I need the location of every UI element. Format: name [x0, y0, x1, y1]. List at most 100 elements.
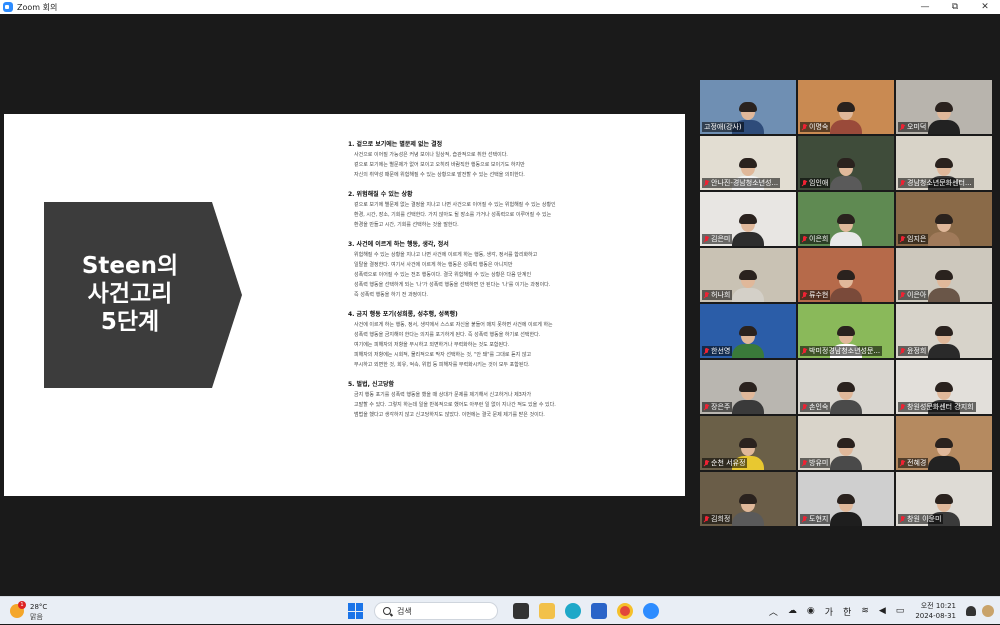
outline-section-line: 위험해질 수 있는 상황을 지나고 나면 사건에 이르게 하는 행동, 생각, …: [354, 252, 538, 258]
minimize-button[interactable]: —: [910, 0, 940, 14]
clock-date: 2024-08-31: [915, 612, 956, 620]
participant-tile[interactable]: 안나진-경남청소년성...: [700, 136, 796, 190]
participant-tile[interactable]: 방유미: [798, 416, 894, 470]
participant-name-label: 한선영: [702, 346, 733, 356]
muted-mic-icon: [802, 123, 807, 131]
outline-section: 5. 벌법, 신고당함 금지 행동 포기를 성폭력 행동을 했을 때 상대가 문제…: [348, 380, 678, 420]
taskbar-apps: 검색: [348, 600, 664, 622]
participant-tile[interactable]: 허나희: [700, 248, 796, 302]
battery-icon[interactable]: ▭: [896, 606, 905, 616]
participant-name-label: 류수현: [800, 290, 831, 300]
participant-name: 이은아: [907, 291, 927, 299]
outline-section-line: 피해자의 저항에는 시회적, 물리적으로 막자 선택하는 것, "안 돼"를 그…: [354, 352, 532, 358]
muted-mic-icon: [802, 459, 807, 467]
edge-browser-icon[interactable]: [565, 603, 581, 619]
participant-tile[interactable]: 박미정경남청소년성문...: [798, 304, 894, 358]
participant-tile[interactable]: 창원 이윤미: [896, 472, 992, 526]
participant-video: [830, 214, 862, 246]
participant-name: 임인애: [809, 179, 829, 187]
participant-name: 장은주: [711, 403, 731, 411]
muted-mic-icon: [704, 347, 709, 355]
slide-outline: 1. 겉으로 보기에는 별문제 없는 결정 사건으로 이어질 가능성은 커녕 보이…: [348, 140, 678, 430]
title-bar: Zoom 회의 — ⧉ ✕: [0, 0, 1000, 14]
participant-tile[interactable]: 오미덕: [896, 80, 992, 134]
participant-tile[interactable]: 한선영: [700, 304, 796, 358]
participant-tile[interactable]: 류수현: [798, 248, 894, 302]
participant-name: 이은희: [809, 235, 829, 243]
zoom-app-icon[interactable]: [643, 603, 659, 619]
outline-section-line: 무시하고 외면한 것, 회유, 억속, 위협 등 피해자를 무력화시키는 것이 …: [354, 362, 530, 368]
muted-mic-icon: [900, 515, 905, 523]
participant-tile[interactable]: 창원성문화센터 강지희: [896, 360, 992, 414]
clock-time: 오전 10:21: [920, 602, 956, 610]
participant-tile[interactable]: 손인숙: [798, 360, 894, 414]
outline-section-line: 금지 행동 포기를 성폭력 행동을 했을 때 상대가 문제를 제기해서 신고하거…: [354, 392, 532, 398]
cloud-icon[interactable]: ☁: [788, 606, 797, 616]
speaker-icon[interactable]: ◀: [879, 606, 886, 616]
participant-name: 허나희: [711, 291, 731, 299]
outline-section-line: 환경을 만들고 시간, 기회를 선택하는 것을 말한다.: [354, 222, 459, 228]
shared-screen-slide: Steen의 사건고리 5단계 1. 겉으로 보기에는 별문제 없는 결정 사건으…: [4, 114, 685, 496]
participant-tile[interactable]: 고정애(강사): [700, 80, 796, 134]
participant-name-label: 방유미: [800, 458, 831, 468]
participant-tile[interactable]: 이은희: [798, 192, 894, 246]
participant-tile[interactable]: 이은아: [896, 248, 992, 302]
participant-tile[interactable]: 임인애: [798, 136, 894, 190]
participant-name-label: 박미정경남청소년성문...: [800, 346, 883, 356]
outline-section-line: 즉 성폭력 행동을 하기 전 과정이다.: [354, 292, 428, 298]
participant-tile[interactable]: 도현지: [798, 472, 894, 526]
muted-mic-icon: [704, 459, 709, 467]
task-view-icon[interactable]: [513, 603, 529, 619]
participant-tile[interactable]: 경남청소년문화센터...: [896, 136, 992, 190]
weather-widget[interactable]: 1 28°C 맑음: [10, 601, 70, 621]
restore-button[interactable]: ⧉: [940, 0, 970, 14]
participant-name: 김희정: [711, 515, 731, 523]
tray-overflow-chevron-icon[interactable]: ︿: [769, 605, 778, 618]
file-explorer-icon[interactable]: [539, 603, 555, 619]
outline-section-line: 성폭력 행동을 금지해야 한다는 의지를 포기하게 된다. 즉 성폭력 행동을 …: [354, 332, 541, 338]
participant-video: [732, 270, 764, 302]
participant-tile[interactable]: 이명숙: [798, 80, 894, 134]
outline-section-line: 사건에 이르게 하는 행동, 정서, 생각에서 스스로 자신을 붙들어 매지 못…: [354, 322, 553, 328]
notification-bell-icon[interactable]: [966, 606, 976, 616]
participant-name-label: 순천 서유정: [702, 458, 748, 468]
participant-name-label: 전혜경: [898, 458, 929, 468]
muted-mic-icon: [802, 291, 807, 299]
participant-video: [928, 326, 960, 358]
outline-section-title: 1. 겉으로 보기에는 별문제 없는 결정: [348, 141, 443, 148]
outline-section-title: 4. 금지 행동 포기(성희롱, 성추행, 성폭행): [348, 311, 458, 318]
participant-tile[interactable]: 순천 서유정: [700, 416, 796, 470]
participant-tile[interactable]: 김은미: [700, 192, 796, 246]
close-button[interactable]: ✕: [970, 0, 1000, 14]
outline-section: 1. 겉으로 보기에는 별문제 없는 결정 사건으로 이어질 가능성은 커녕 보이…: [348, 140, 678, 180]
participant-tile[interactable]: 임지은: [896, 192, 992, 246]
participant-tile[interactable]: 장은주: [700, 360, 796, 414]
participant-tile[interactable]: 김희정: [700, 472, 796, 526]
participant-name-label: 이명숙: [800, 122, 831, 132]
participant-tile[interactable]: 전혜경: [896, 416, 992, 470]
ime-han-indicator[interactable]: 한: [843, 605, 851, 618]
muted-mic-icon: [704, 291, 709, 299]
ime-ko-indicator[interactable]: 가: [825, 605, 833, 618]
outline-section-line: 겉으로 보기에는 별문제가 없어 보이고 오히려 바람직한 행동으로 보이기도 …: [354, 162, 525, 168]
muted-mic-icon: [900, 403, 905, 411]
participant-tile[interactable]: 윤정희: [896, 304, 992, 358]
participant-video: [830, 438, 862, 470]
clock[interactable]: 오전 10:21 2024-08-31: [915, 601, 956, 621]
participant-name-label: 윤정희: [898, 346, 929, 356]
participant-name: 경남청소년문화센터...: [907, 179, 972, 187]
participant-name-label: 창원성문화센터 강지희: [898, 402, 976, 412]
taskbar-search[interactable]: 검색: [374, 602, 498, 620]
copilot-avatar-icon[interactable]: [982, 605, 994, 617]
wifi-icon[interactable]: ≋: [861, 606, 869, 616]
store-icon[interactable]: [591, 603, 607, 619]
outline-section: 3. 사건에 이르게 하는 행동, 생각, 정서 위험해질 수 있는 상황을 지나…: [348, 240, 678, 300]
participant-name: 김은미: [711, 235, 731, 243]
start-button[interactable]: [348, 603, 364, 619]
chrome-icon[interactable]: [617, 603, 633, 619]
participant-name-label: 허나희: [702, 290, 733, 300]
participant-video: [830, 382, 862, 414]
participant-name: 이명숙: [809, 123, 829, 131]
mic-icon[interactable]: ◉: [807, 606, 815, 616]
participant-name: 고정애(강사): [704, 123, 742, 131]
